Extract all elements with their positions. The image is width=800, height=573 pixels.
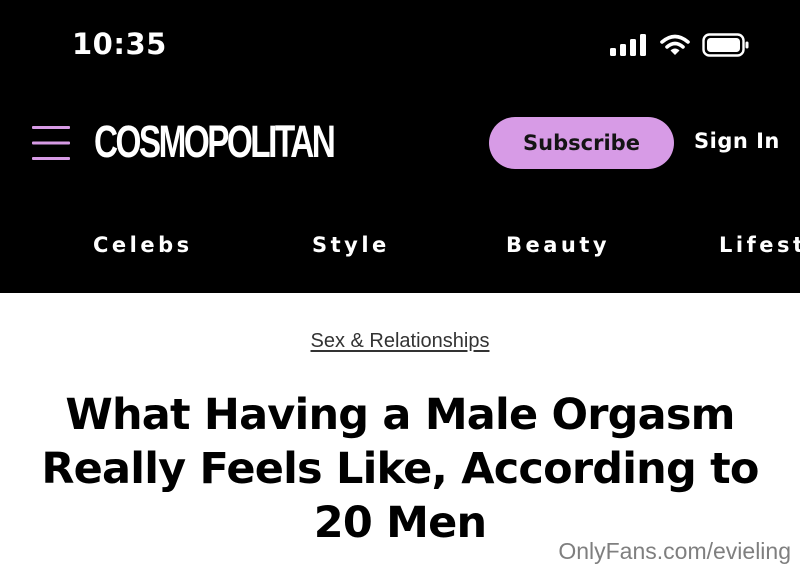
article-headline: What Having a Male Orgasm Really Feels L…: [20, 388, 780, 550]
headline-line: Really Feels Like, According to: [41, 444, 759, 494]
wifi-icon: [660, 34, 690, 55]
battery-icon: [702, 33, 749, 57]
headline-line: 20 Men: [313, 498, 487, 548]
nav-tab-style[interactable]: Style: [312, 233, 390, 257]
nav-tab-lifestyle[interactable]: Lifest: [719, 233, 800, 257]
status-bar-time: 10:35: [72, 27, 167, 61]
watermark-text: OnlyFans.com/evieling: [558, 538, 791, 564]
nav-tab-celebs[interactable]: Celebs: [93, 233, 193, 257]
hamburger-menu-icon[interactable]: [32, 126, 70, 160]
sign-in-link[interactable]: Sign In: [694, 129, 780, 153]
article-category-link[interactable]: Sex & Relationships: [0, 330, 800, 353]
cellular-signal-icon: [610, 34, 646, 56]
site-logo[interactable]: COSMOPOLITAN: [94, 116, 336, 168]
site-header: 10:35 COSMOPOLITAN Subscribe Sign In Cel…: [0, 0, 800, 293]
headline-line: What Having a Male Orgasm: [65, 390, 735, 440]
nav-tab-beauty[interactable]: Beauty: [506, 233, 610, 257]
status-bar-icons: [610, 31, 750, 59]
subscribe-button[interactable]: Subscribe: [489, 117, 674, 169]
